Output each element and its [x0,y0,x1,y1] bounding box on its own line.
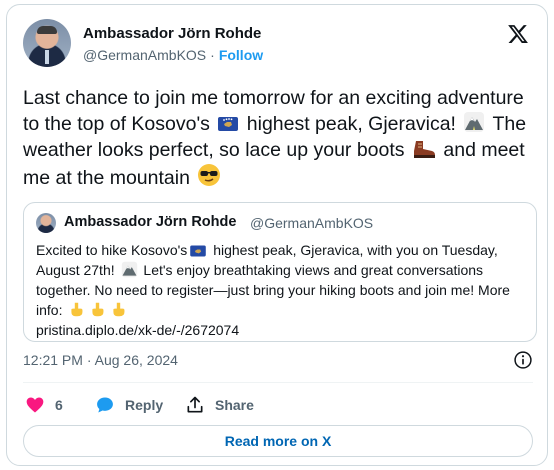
share-button[interactable]: Share [185,393,254,417]
quoted-tweet[interactable]: Ambassador Jörn Rohde @GermanAmbKOS Exci… [23,202,537,342]
heart-icon [26,397,44,413]
pointing-down-icon [113,302,125,317]
author-handle[interactable]: @GermanAmbKOS [83,47,206,63]
tweet-actions: 6 Reply Share [23,393,533,417]
mountain-icon [121,261,137,278]
reply-button[interactable]: Reply [95,393,163,417]
quoted-author-avatar [36,213,56,233]
author-handle-row: @GermanAmbKOS · Follow [83,47,263,63]
tweet-header: Ambassador Jörn Rohde @GermanAmbKOS · Foll… [23,19,533,69]
tweet-text: Last chance to join me tomorrow for an e… [23,87,527,189]
quoted-author-handle: @GermanAmbKOS [250,215,374,231]
quoted-tweet-text: Excited to hike Kosovo's highest peak, G… [36,242,510,338]
kosovo-flag-icon [190,245,207,257]
kosovo-flag-icon [218,117,239,131]
tweet-time: 12:21 PM [23,352,83,368]
tweet-embed-card: Ambassador Jörn Rohde @GermanAmbKOS · Foll… [6,4,548,466]
like-button[interactable]: 6 [25,393,63,417]
read-more-button[interactable]: Read more on X [23,425,533,457]
pointing-down-icon [71,302,83,317]
tweet-timestamp[interactable]: 12:21 PM · Aug 26, 2024 [23,352,178,368]
share-label: Share [215,397,254,413]
share-icon [187,396,203,413]
like-count: 6 [55,397,63,413]
sunglasses-face-icon [198,164,221,186]
info-icon[interactable] [513,350,533,370]
x-logo-icon[interactable] [507,23,529,45]
mountain-icon [464,112,485,132]
timestamp-separator: · [86,352,92,368]
follow-button[interactable]: Follow [219,47,263,63]
quoted-link[interactable]: pristina.diplo.de/xk-de/-/2672074 [36,322,239,338]
reply-label: Reply [125,397,164,413]
hiking-boot-icon [413,141,435,158]
handle-separator: · [210,47,215,63]
tweet-date: Aug 26, 2024 [94,352,178,368]
quoted-author-name: Ambassador Jörn Rohde [64,214,237,230]
actions-divider [23,382,533,383]
pointing-down-icon [92,302,104,317]
author-avatar[interactable] [23,19,71,67]
author-name[interactable]: Ambassador Jörn Rohde [83,25,261,42]
speech-bubble-icon [97,397,113,413]
